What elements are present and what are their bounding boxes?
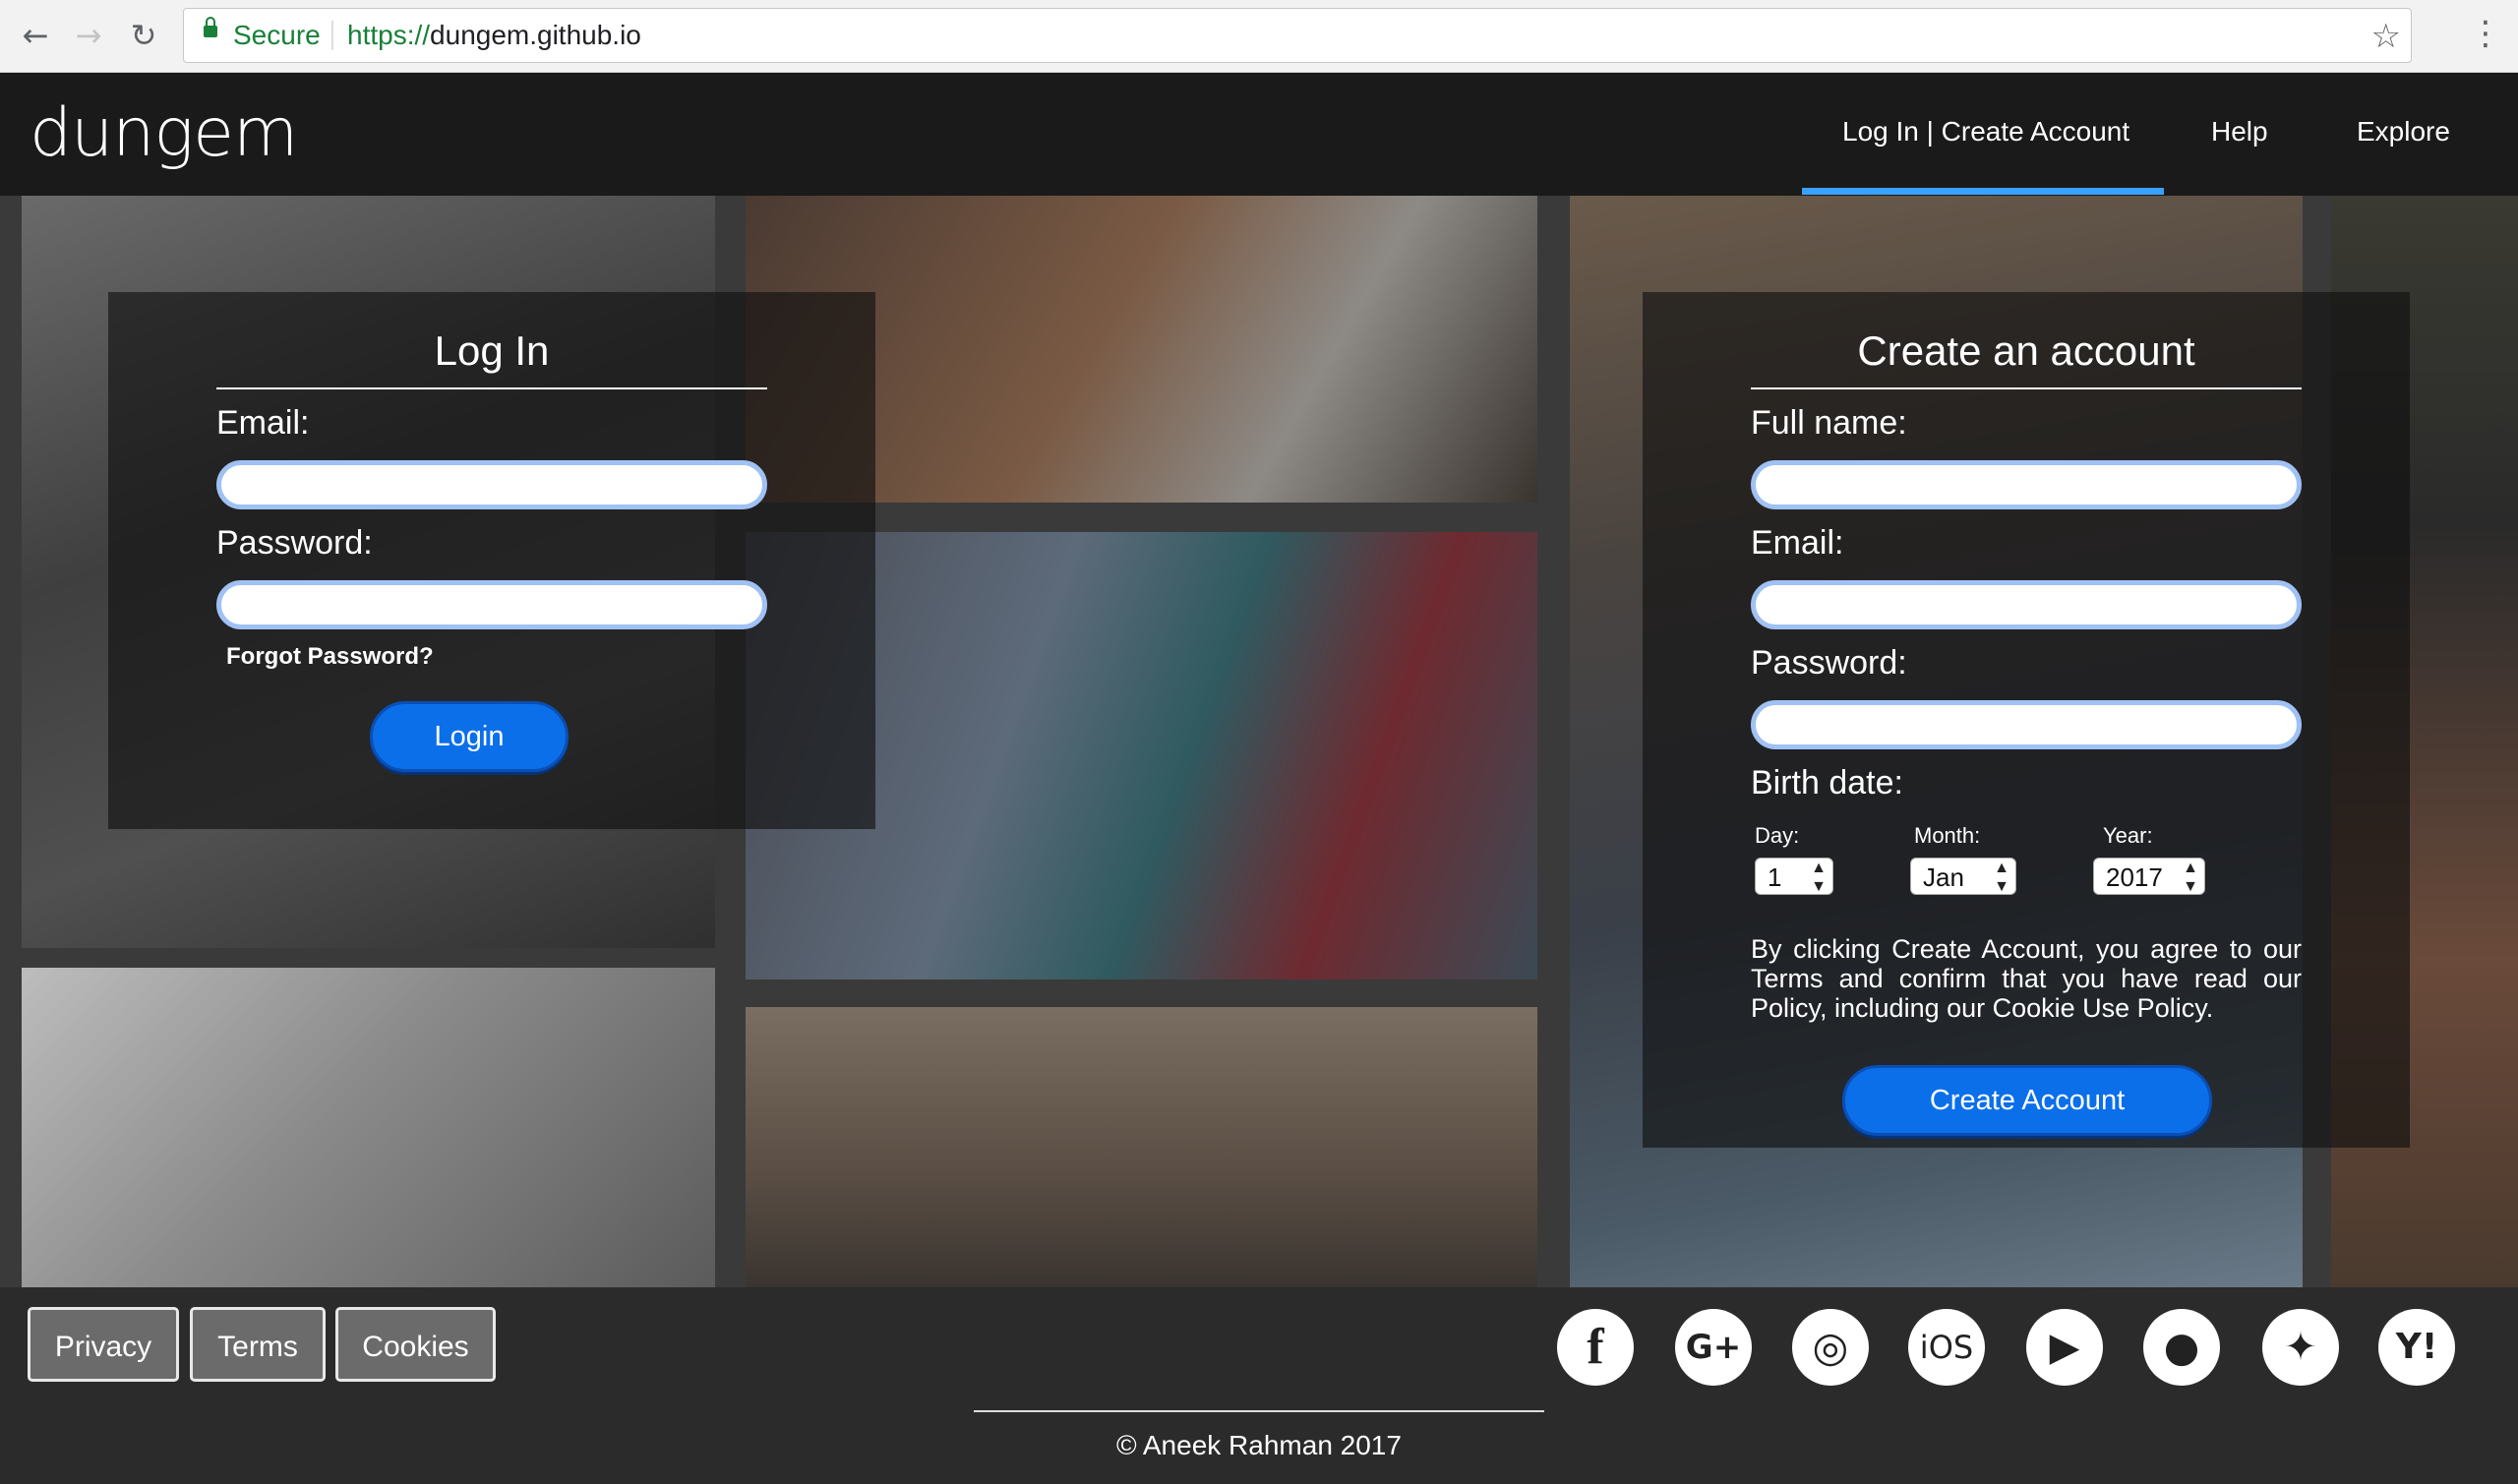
day-select[interactable]: 1 ▲ ▼ [1755,858,1833,895]
back-icon[interactable]: ← [14,14,57,57]
signup-email-label: Email: [1751,524,1844,562]
lock-icon [204,17,217,37]
secure-label: Secure [233,20,321,50]
nav-help[interactable]: Help [2211,116,2268,148]
copyright: © Aneek Rahman 2017 [1116,1430,1402,1460]
signup-email-input[interactable] [1751,580,2302,629]
month-select[interactable]: Jan ▲ ▼ [1910,858,2016,895]
login-email-label: Email: [216,404,310,442]
select-arrows-icon: ▲ ▼ [2183,860,2198,895]
browser-menu-icon[interactable]: ⋮ [2469,14,2502,53]
month-select-value: Jan [1923,862,1964,892]
year-select-value: 2017 [2106,862,2163,892]
terms-button[interactable]: Terms [190,1307,326,1382]
signup-password-input[interactable] [1751,700,2302,749]
fullname-label: Full name: [1751,404,1907,442]
login-password-label: Password: [216,524,373,562]
active-nav-indicator [1802,188,2164,195]
month-label: Month: [1914,823,1981,848]
url-host: dungem.github.io [430,20,641,50]
browser-toolbar: ← → ↻ Secure https://dungem.github.io ☆ … [0,0,2518,73]
day-label: Day: [1755,823,1800,848]
login-email-input[interactable] [216,460,767,509]
site-logo[interactable]: dungem [30,94,298,172]
create-account-button[interactable]: Create Account [1842,1065,2212,1136]
terms-notice: By clicking Create Account, you agree to… [1751,934,2302,1023]
google-plus-icon[interactable]: G+ [1675,1309,1752,1386]
ios-icon[interactable]: iOS [1908,1309,1985,1386]
birth-date-label: Birth date: [1751,764,1903,801]
select-arrows-icon: ▲ ▼ [1994,860,2009,895]
login-title-rule [216,387,767,389]
nav-explore[interactable]: Explore [2357,116,2450,148]
facebook-icon[interactable]: f [1557,1309,1634,1386]
login-title: Log In [434,327,550,374]
google-play-icon[interactable]: ▶ [2026,1309,2103,1386]
photo-reading [22,968,715,1287]
login-panel: Log In Email: Password: Forgot Password?… [108,292,875,829]
yahoo-icon[interactable]: Y! [2378,1309,2455,1386]
select-arrows-icon: ▲ ▼ [1811,860,1827,895]
day-select-value: 1 [1768,862,1782,892]
privacy-button[interactable]: Privacy [28,1307,179,1382]
signup-title-rule [1751,387,2302,389]
signup-title: Create an account [1857,327,2195,374]
address-bar[interactable]: Secure https://dungem.github.io ☆ [183,8,2412,63]
login-password-input[interactable] [216,580,767,629]
footer-divider [974,1410,1544,1412]
photo-event [746,1007,1537,1287]
signup-panel: Create an account Full name: Email: Pass… [1643,292,2410,1148]
site-header: dungem Log In | Create Account Help Expl… [0,73,2518,196]
url-scheme: https:// [347,20,431,50]
forgot-password-link[interactable]: Forgot Password? [226,643,434,671]
forward-icon[interactable]: → [67,14,110,57]
signup-password-label: Password: [1751,644,1907,682]
twitter-icon[interactable]: ✦ [2262,1309,2339,1386]
site-footer: Privacy Terms Cookies f G+ ◎ iOS ▶ ● ✦ Y… [0,1287,2518,1484]
bookmark-star-icon[interactable]: ☆ [2371,17,2401,56]
fullname-input[interactable] [1751,460,2302,509]
reload-icon[interactable]: ↻ [122,14,165,57]
url-text: https://dungem.github.io [347,20,641,51]
divider [331,21,333,50]
reddit-icon[interactable]: ● [2143,1309,2220,1386]
login-button[interactable]: Login [370,701,569,772]
cookies-button[interactable]: Cookies [335,1307,496,1382]
year-label: Year: [2103,823,2153,848]
instagram-icon[interactable]: ◎ [1792,1309,1869,1386]
year-select[interactable]: 2017 ▲ ▼ [2093,858,2205,895]
nav-login-create[interactable]: Log In | Create Account [1842,116,2129,148]
